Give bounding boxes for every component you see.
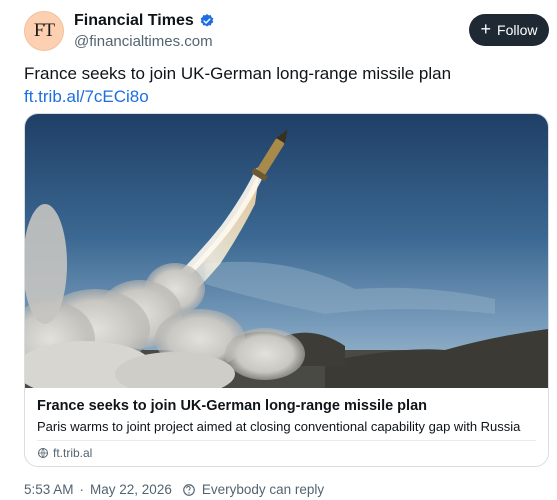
display-name[interactable]: Financial Times (74, 11, 194, 31)
post-date[interactable]: May 22, 2026 (90, 482, 172, 497)
globe-icon (183, 483, 195, 496)
link-icon (38, 448, 48, 458)
avatar[interactable]: FT (24, 11, 64, 51)
post-footer: 5:53 AM · May 22, 2026 Everybody can rep… (24, 482, 324, 497)
author-info: Financial Times @financialtimes.com (74, 11, 215, 53)
card-info: France seeks to join UK-German long-rang… (37, 396, 536, 436)
card-domain: ft.trib.al (53, 446, 93, 460)
card-domain-row[interactable]: ft.trib.al (37, 446, 92, 460)
missile-launch-photo (25, 114, 548, 388)
verified-badge-icon (200, 14, 214, 27)
follow-button[interactable]: + Follow (469, 14, 549, 46)
plus-icon: + (480, 19, 492, 39)
link-card[interactable]: France seeks to join UK-German long-rang… (24, 113, 549, 467)
card-description: Paris warms to joint project aimed at cl… (37, 419, 521, 434)
post-text: France seeks to join UK-German long-rang… (24, 64, 452, 83)
avatar-text: FT (33, 20, 55, 41)
follow-label: Follow (497, 22, 538, 38)
reply-setting[interactable]: Everybody can reply (202, 482, 324, 497)
card-title[interactable]: France seeks to join UK-German long-rang… (37, 396, 536, 416)
post-link[interactable]: ft.trib.al/7cECi8o (24, 85, 451, 108)
card-divider (37, 440, 536, 441)
post-header: FT Financial Times @financialtimes.com +… (24, 11, 549, 53)
post-time[interactable]: 5:53 AM (24, 482, 74, 497)
separator: · (79, 482, 85, 497)
post-body: France seeks to join UK-German long-rang… (24, 62, 451, 108)
handle[interactable]: @financialtimes.com (74, 31, 215, 53)
display-name-row[interactable]: Financial Times (74, 11, 215, 31)
